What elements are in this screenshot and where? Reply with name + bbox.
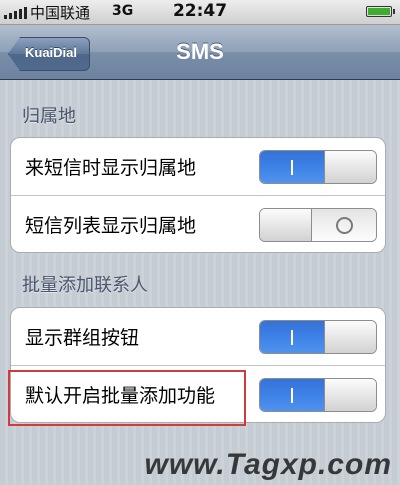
setting-label: 短信列表显示归属地 [25, 215, 197, 237]
sms-list-location-toggle[interactable] [259, 208, 377, 242]
incoming-sms-location-toggle[interactable] [259, 150, 377, 184]
watermark-logo: www.Tagxp.com [144, 448, 392, 481]
toggle-on-indicator [260, 321, 324, 353]
section-header-batch-add: 批量添加联系人 [22, 275, 148, 296]
section-header-location: 归属地 [22, 106, 76, 127]
toggle-on-indicator [260, 151, 324, 183]
setting-row-incoming-sms-location[interactable]: 来短信时显示归属地 [11, 138, 385, 195]
toggle-on-indicator [260, 379, 324, 411]
settings-group-location: 来短信时显示归属地 短信列表显示归属地 [10, 137, 386, 253]
settings-group-batch-add: 显示群组按钮 默认开启批量添加功能 [10, 307, 386, 423]
show-group-button-toggle[interactable] [259, 320, 377, 354]
battery-icon [366, 6, 395, 17]
status-bar: 中国联通 3G 22:47 [0, 0, 400, 25]
setting-row-show-group-button[interactable]: 显示群组按钮 [11, 308, 385, 365]
toggle-knob[interactable] [324, 379, 376, 411]
default-batch-add-toggle[interactable] [259, 378, 377, 412]
status-time: 22:47 [172, 1, 228, 21]
toggle-knob[interactable] [260, 209, 312, 241]
page-title: SMS [176, 39, 224, 64]
toggle-knob[interactable] [324, 151, 376, 183]
setting-label: 来短信时显示归属地 [25, 157, 197, 179]
setting-label: 显示群组按钮 [25, 327, 140, 349]
setting-row-default-batch-add[interactable]: 默认开启批量添加功能 [11, 365, 385, 422]
toggle-knob[interactable] [324, 321, 376, 353]
battery-fill [368, 8, 390, 15]
setting-row-sms-list-location[interactable]: 短信列表显示归属地 [11, 195, 385, 252]
toggle-off-indicator [312, 209, 376, 241]
setting-label: 默认开启批量添加功能 [25, 385, 216, 407]
navigation-bar: KuaiDial SMS [0, 25, 400, 80]
